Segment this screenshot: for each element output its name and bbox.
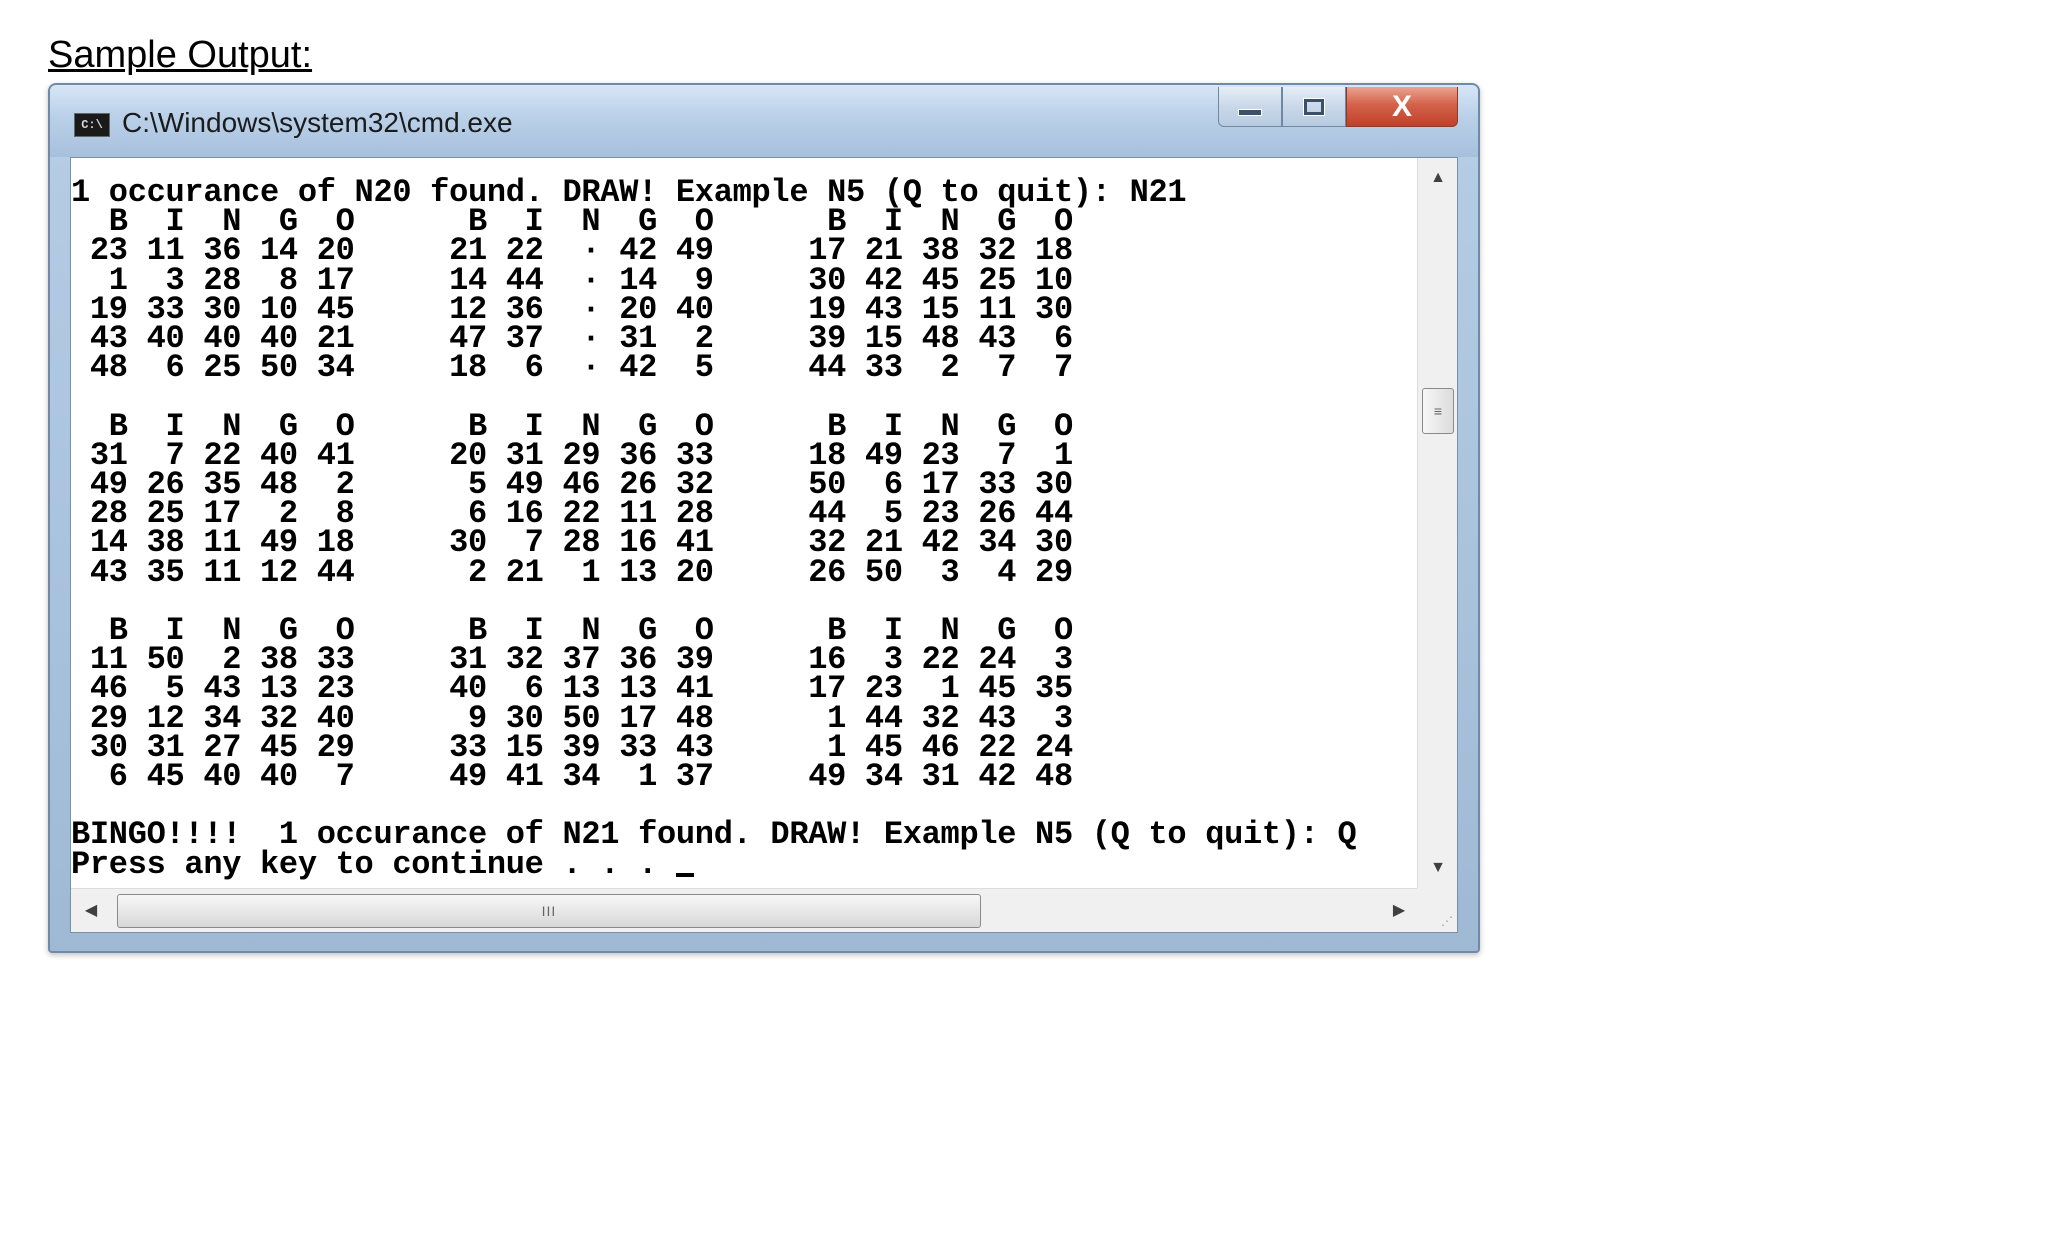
horizontal-scroll-thumb[interactable]: III <box>117 894 981 928</box>
text-cursor <box>675 872 694 877</box>
minimize-button[interactable] <box>1218 87 1282 127</box>
horizontal-scrollbar[interactable]: ◀ III ▶ <box>71 888 1419 932</box>
console-client-area: 1 occurance of N20 found. DRAW! Example … <box>70 157 1458 933</box>
grip-icon: ≡ <box>1433 403 1443 419</box>
console-text: 1 occurance of N20 found. DRAW! Example … <box>71 158 1419 881</box>
vertical-scrollbar[interactable]: ▲ ≡ ▼ <box>1417 158 1457 888</box>
cmd-window: C:\ C:\Windows\system32\cmd.exe X 1 occu… <box>48 83 1480 953</box>
minimize-icon <box>1238 109 1262 116</box>
window-title: C:\Windows\system32\cmd.exe <box>122 107 513 138</box>
console-icon[interactable]: C:\ <box>74 113 110 137</box>
resize-grip-icon[interactable]: ⋰ <box>1417 888 1457 932</box>
maximize-icon <box>1303 97 1325 116</box>
console-line: 6 45 40 40 7 49 41 34 1 37 49 34 31 42 4… <box>71 758 1073 796</box>
scroll-up-arrow-icon[interactable]: ▲ <box>1418 158 1458 198</box>
caption-buttons: X <box>1218 87 1458 127</box>
vertical-scroll-thumb[interactable]: ≡ <box>1422 388 1454 434</box>
console-line: 43 35 11 12 44 2 21 1 13 20 26 50 3 4 29 <box>71 553 1073 591</box>
scroll-down-arrow-icon[interactable]: ▼ <box>1418 848 1458 888</box>
close-button[interactable]: X <box>1346 87 1458 127</box>
close-icon: X <box>1391 89 1412 123</box>
title-bar[interactable]: C:\ C:\Windows\system32\cmd.exe X <box>50 85 1478 157</box>
scroll-left-arrow-icon[interactable]: ◀ <box>71 889 111 933</box>
scroll-right-arrow-icon[interactable]: ▶ <box>1379 889 1419 933</box>
sample-output-heading: Sample Output: <box>48 34 313 76</box>
console-line: Press any key to continue . . . <box>71 845 676 883</box>
maximize-button[interactable] <box>1282 87 1346 127</box>
console-line: 48 6 25 50 34 18 6 · 42 5 44 33 2 7 7 <box>71 349 1073 387</box>
h-grip-icon: III <box>541 903 557 919</box>
console-output[interactable]: 1 occurance of N20 found. DRAW! Example … <box>71 158 1419 888</box>
